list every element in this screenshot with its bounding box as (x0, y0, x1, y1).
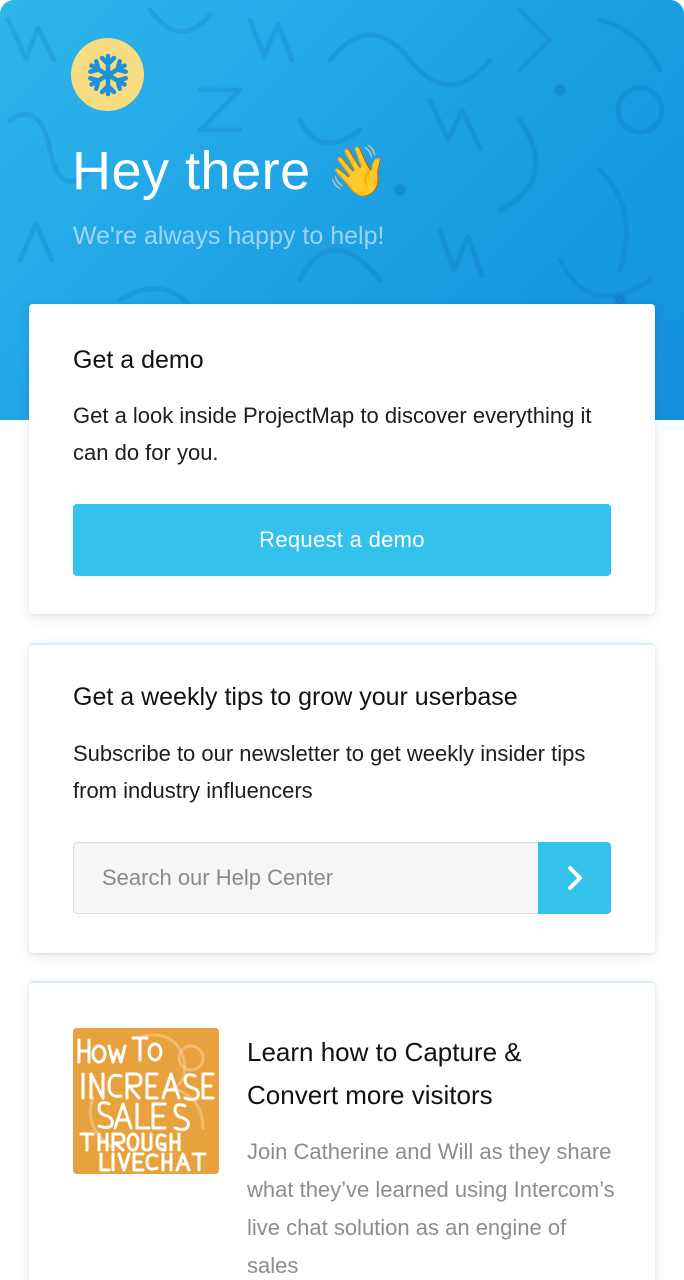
article-description: Join Catherine and Will as they share wh… (247, 1139, 615, 1278)
article-title[interactable]: Learn how to Capture & Convert more visi… (247, 1031, 607, 1117)
newsletter-card: Get a weekly tips to grow your userbase … (29, 643, 655, 953)
newsletter-card-title: Get a weekly tips to grow your userbase (73, 683, 518, 711)
newsletter-card-text: Subscribe to our newsletter to get weekl… (73, 741, 586, 803)
snowflake-icon (87, 53, 128, 96)
how-to-increase-sales-through-livechat-lettering (77, 1033, 215, 1172)
subscribe-submit-button[interactable] (538, 842, 611, 914)
messenger-home: Hey there 👋 We're always happy to help! … (0, 0, 684, 1280)
tagline: We're always happy to help! (73, 222, 385, 250)
demo-card-title: Get a demo (73, 346, 204, 374)
article-card[interactable]: Learn how to Capture & Convert more visi… (29, 981, 655, 1280)
demo-card: Get a demo Get a look inside ProjectMap … (29, 304, 655, 614)
greeting-text: Hey there (72, 141, 311, 201)
subscribe-form (73, 842, 611, 914)
waving-hand-icon: 👋 (326, 143, 390, 199)
chevron-right-icon (567, 866, 582, 890)
logo (71, 38, 144, 111)
email-input[interactable] (73, 842, 538, 914)
request-demo-button[interactable]: Request a demo (73, 504, 611, 576)
demo-card-text: Get a look inside ProjectMap to discover… (73, 403, 592, 465)
article-thumbnail[interactable] (73, 1028, 219, 1174)
greeting-heading: Hey there 👋 (72, 140, 389, 202)
